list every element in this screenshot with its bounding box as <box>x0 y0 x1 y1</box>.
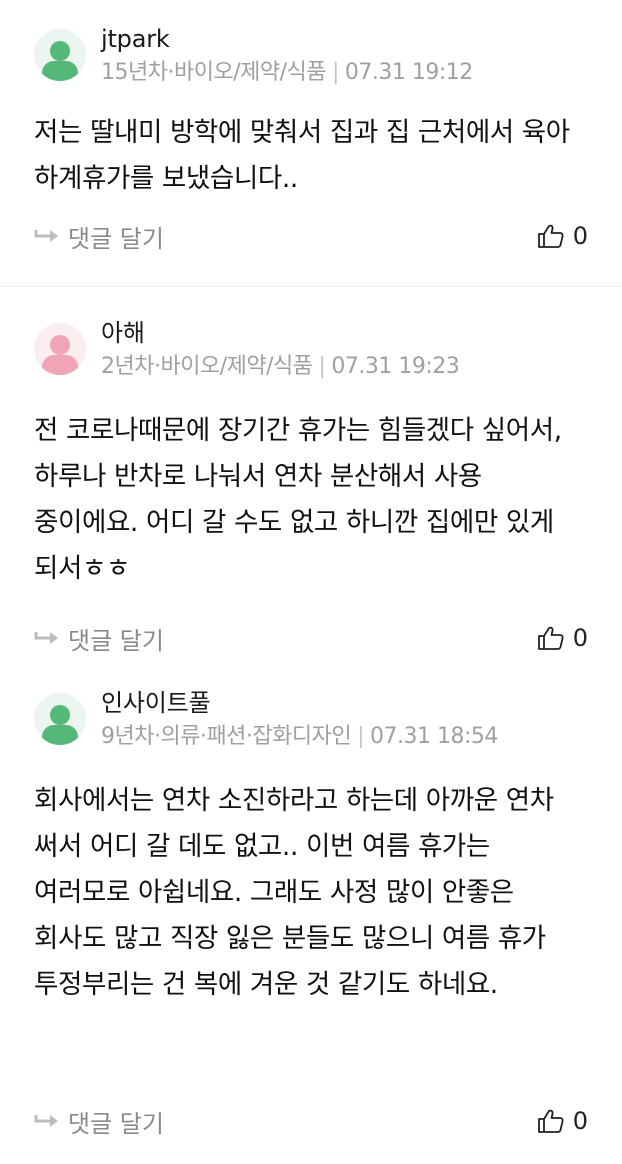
like-button[interactable]: 0 <box>537 624 588 652</box>
author-career: 9년차·의류·패션·잡화디자인 <box>101 724 352 749</box>
comment-item: 인사이트풀 9년차·의류·패션·잡화디자인 | 07.31 18:54 회사에서는 … <box>0 679 622 1163</box>
comment-body: 전 코로나때문에 장기간 휴가는 힘들겠다 싶어서, 하루나 반차로 나눠서 연… <box>34 415 562 584</box>
like-button[interactable]: 0 <box>537 1107 588 1135</box>
comment-subline: 15년차·바이오/제약/식품 | 07.31 19:12 <box>101 60 473 85</box>
comment-timestamp: 07.31 19:23 <box>331 354 460 379</box>
comment-header: jtpark 15년차·바이오/제약/식품 | 07.31 19:12 <box>34 24 588 90</box>
reply-label: 댓글 달기 <box>68 1109 164 1138</box>
comment-header: 아해 2년차·바이오/제약/식품 | 07.31 19:23 <box>34 318 588 384</box>
comment-meta: 인사이트풀 9년차·의류·패션·잡화디자인 | 07.31 18:54 <box>101 688 498 752</box>
comment-item: jtpark 15년차·바이오/제약/식품 | 07.31 19:12 저는 딸내미… <box>0 0 622 287</box>
comment-actions: 댓글 달기 0 <box>34 1103 588 1139</box>
like-count: 0 <box>572 222 588 250</box>
thumbs-up-icon <box>537 224 564 248</box>
reply-arrow-icon <box>34 632 58 644</box>
comment-item: 아해 2년차·바이오/제약/식품 | 07.31 19:23 전 코로나때문에 장기… <box>0 287 622 679</box>
reply-arrow-icon <box>34 1115 58 1127</box>
comment-actions: 댓글 달기 0 <box>34 620 588 656</box>
like-button[interactable]: 0 <box>537 222 588 250</box>
comment-subline: 9년차·의류·패션·잡화디자인 | 07.31 18:54 <box>101 724 498 749</box>
user-avatar-icon[interactable] <box>34 323 86 375</box>
reply-arrow-icon <box>34 230 58 242</box>
comment-author[interactable]: 인사이트풀 <box>101 688 498 718</box>
comment-meta: jtpark 15년차·바이오/제약/식품 | 07.31 19:12 <box>101 24 473 88</box>
author-career: 15년차·바이오/제약/식품 <box>101 60 326 85</box>
reply-button[interactable]: 댓글 달기 <box>34 621 164 656</box>
comment-meta: 아해 2년차·바이오/제약/식품 | 07.31 19:23 <box>101 318 460 382</box>
comment-actions: 댓글 달기 0 <box>34 218 588 254</box>
reply-button[interactable]: 댓글 달기 <box>34 1104 164 1139</box>
like-count: 0 <box>572 624 588 652</box>
reply-label: 댓글 달기 <box>68 224 164 253</box>
comment-author[interactable]: jtpark <box>101 24 473 54</box>
reply-button[interactable]: 댓글 달기 <box>34 219 164 254</box>
comment-timestamp: 07.31 18:54 <box>370 724 498 749</box>
comment-author[interactable]: 아해 <box>101 318 459 348</box>
like-count: 0 <box>572 1107 588 1135</box>
comment-timestamp: 07.31 19:12 <box>344 60 473 85</box>
user-avatar-icon[interactable] <box>34 29 86 81</box>
thumbs-up-icon <box>537 626 564 650</box>
author-career: 2년차·바이오/제약/식품 <box>101 354 313 379</box>
comment-subline: 2년차·바이오/제약/식품 | 07.31 19:23 <box>101 354 460 379</box>
comment-header: 인사이트풀 9년차·의류·패션·잡화디자인 | 07.31 18:54 <box>34 688 588 754</box>
reply-label: 댓글 달기 <box>68 626 164 655</box>
thumbs-up-icon <box>537 1109 564 1133</box>
comment-body: 회사에서는 연차 소진하라고 하는데 아까운 연차 써서 어디 갈 데도 없고.… <box>34 785 554 1000</box>
user-avatar-icon[interactable] <box>34 693 86 745</box>
comment-body: 저는 딸내미 방학에 맞춰서 집과 집 근처에서 육아 하계휴가를 보냈습니다.… <box>34 117 570 194</box>
